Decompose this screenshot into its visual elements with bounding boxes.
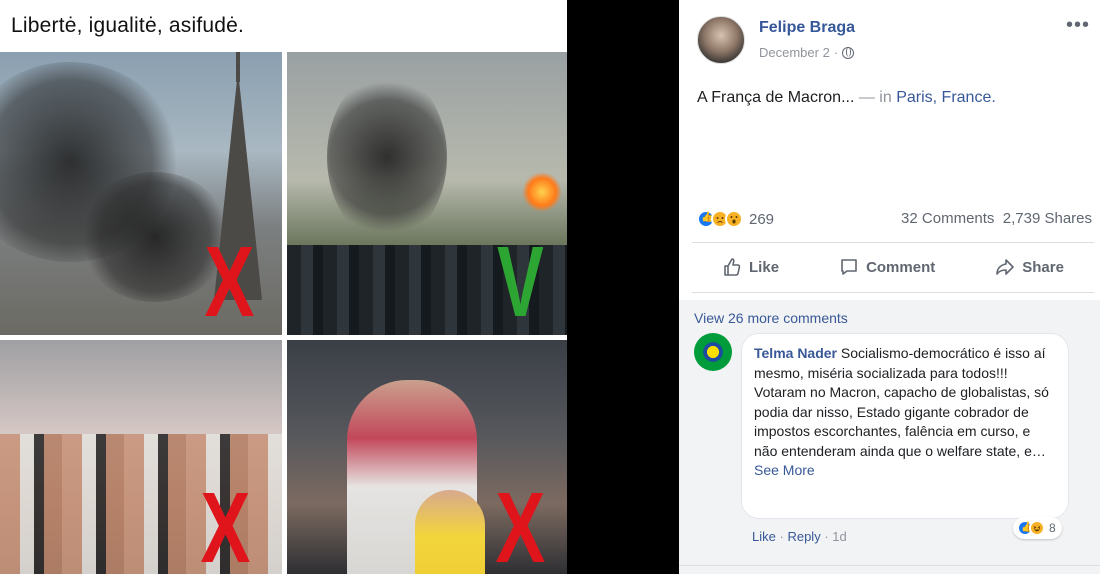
comment-time[interactable]: 1d <box>832 529 846 544</box>
comment-icon <box>841 259 857 275</box>
wow-reaction-icon <box>725 210 743 228</box>
photo-shirtless-fans: X <box>0 340 282 574</box>
meme-photo-grid: X V X X <box>0 52 567 574</box>
screenshot-root: Libertė, igualitė, asifudė. X V X X Feli… <box>0 0 1100 574</box>
reactions-summary[interactable]: 269 <box>697 210 774 228</box>
comment-actions: Like · Reply · 1d <box>752 529 847 544</box>
author-avatar[interactable] <box>697 16 745 64</box>
shares-count-link[interactable]: 2,739 Shares <box>1003 210 1092 227</box>
comment-bubble: Telma Nader Socialismo-democrático é iss… <box>741 333 1069 519</box>
comments-count-link[interactable]: 32 Comments <box>901 210 994 227</box>
post-stats: 269 32 Comments 2,739 Shares <box>697 210 1092 232</box>
red-x-mark: X <box>200 472 251 574</box>
share-button[interactable]: Share <box>995 257 1064 277</box>
post-panel: Felipe Braga December 2 · ••• A França d… <box>679 0 1100 574</box>
commenter-name[interactable]: Telma Nader <box>754 345 837 361</box>
photo-eiffel-smoke: X <box>0 52 282 335</box>
comment-reactions[interactable]: 8 <box>1013 517 1062 539</box>
comment-like-link[interactable]: Like <box>752 529 776 544</box>
like-button[interactable]: Like <box>722 257 779 277</box>
more-icon[interactable]: ••• <box>1066 14 1090 37</box>
thumbs-up-icon <box>724 258 741 276</box>
view-more-comments-link[interactable]: View 26 more comments <box>694 310 848 326</box>
status-in: — in <box>854 89 897 106</box>
status-location-link[interactable]: Paris, France. <box>896 89 996 106</box>
share-label: Share <box>1022 258 1064 276</box>
comment-label: Comment <box>866 258 936 276</box>
author-name[interactable]: Felipe Braga <box>759 19 855 37</box>
haha-reaction-icon <box>1029 520 1045 536</box>
post-status: A França de Macron... — in Paris, France… <box>697 89 996 107</box>
globe-icon[interactable] <box>842 46 855 59</box>
photo-riot-police: V <box>287 52 567 335</box>
comment-separator: · <box>779 529 784 544</box>
divider <box>692 292 1094 293</box>
red-x-mark: X <box>495 472 546 574</box>
reaction-count: 269 <box>749 210 775 228</box>
commenter-avatar[interactable] <box>694 333 732 371</box>
see-more-link[interactable]: See More <box>754 462 815 478</box>
post-date[interactable]: December 2 <box>759 45 830 60</box>
meme-image: Libertė, igualitė, asifudė. X V X X <box>0 0 567 574</box>
comment-reply-link[interactable]: Reply <box>787 529 820 544</box>
post-actions: Like Comment Share <box>692 243 1094 291</box>
comment-button[interactable]: Comment <box>839 257 935 277</box>
photo-injured-man: X <box>287 340 567 574</box>
share-icon <box>996 259 1015 275</box>
comment-reaction-count: 8 <box>1049 521 1056 535</box>
child <box>415 490 485 574</box>
stats-right: 32 Comments 2,739 Shares <box>901 210 1092 227</box>
red-x-mark: X <box>204 226 255 335</box>
post-meta: December 2 · <box>759 45 855 60</box>
comment-text-continued: Votaram no Macron, capacho de globalista… <box>754 384 1049 459</box>
divider <box>679 565 1100 566</box>
meta-separator: · <box>833 45 839 60</box>
green-v-mark: V <box>497 226 544 335</box>
meme-caption: Libertė, igualitė, asifudė. <box>11 14 245 37</box>
fire <box>523 172 561 212</box>
like-label: Like <box>749 258 780 276</box>
comment-separator: · <box>824 529 829 544</box>
smoke-cloud <box>327 72 447 242</box>
status-text: A França de Macron... <box>697 89 855 106</box>
